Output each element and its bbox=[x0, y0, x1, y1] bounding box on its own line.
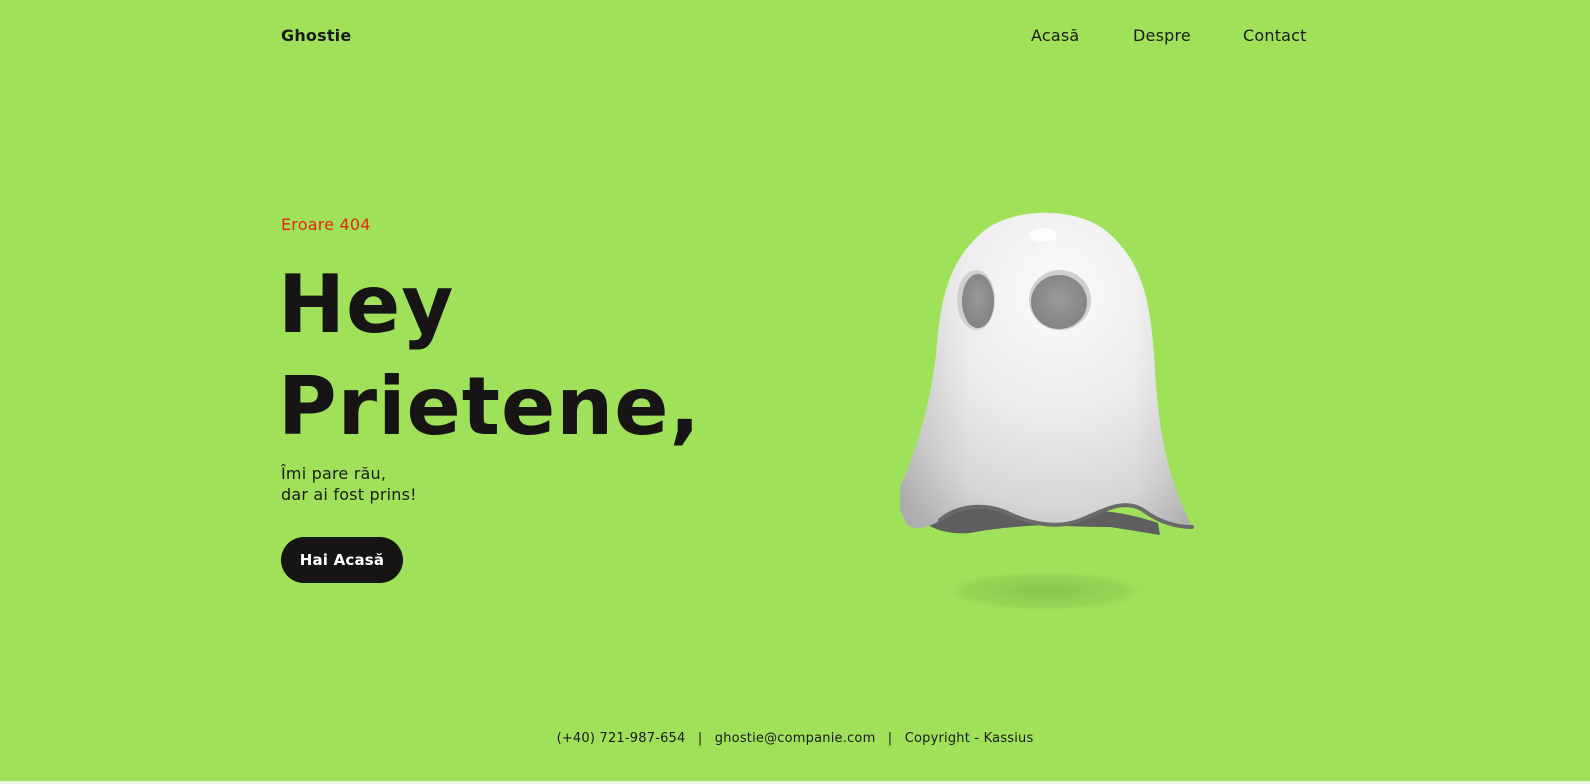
ghost-eye-left bbox=[962, 274, 994, 328]
footer-phone[interactable]: (+40) 721-987-654 bbox=[557, 731, 686, 746]
subtitle-line-2: dar ai fost prins! bbox=[281, 485, 417, 504]
ghost-illustration bbox=[900, 205, 1220, 625]
footer: (+40) 721-987-654 | ghostie@companie.com… bbox=[0, 731, 1590, 746]
brand-logo[interactable]: Ghostie bbox=[281, 26, 351, 45]
subtitle-line-1: Îmi pare rău, bbox=[281, 464, 387, 483]
nav-item-despre[interactable]: Despre bbox=[1133, 26, 1191, 45]
footer-email[interactable]: ghostie@companie.com bbox=[715, 731, 876, 746]
footer-copyright: Copyright - Kassius bbox=[904, 731, 1034, 746]
error-code-label: Eroare 404 bbox=[281, 215, 371, 234]
nav-item-acasa[interactable]: Acasă bbox=[1031, 26, 1079, 45]
nav-item-contact[interactable]: Contact bbox=[1243, 26, 1307, 45]
headline-line-2: Prietene, bbox=[278, 360, 701, 453]
footer-separator: | bbox=[697, 731, 703, 746]
ghost-eye-right bbox=[1031, 275, 1087, 329]
page-background: Ghostie Acasă Despre Contact Eroare 404 … bbox=[0, 0, 1590, 781]
hero-subtitle: Îmi pare rău, dar ai fost prins! bbox=[281, 463, 417, 505]
footer-separator: | bbox=[887, 731, 893, 746]
hero-headline: Hey Prietene, bbox=[278, 254, 701, 458]
headline-line-1: Hey bbox=[278, 258, 455, 351]
ghost-shadow bbox=[933, 569, 1157, 613]
go-home-button[interactable]: Hai Acasă bbox=[281, 537, 403, 583]
ghost-icon bbox=[900, 212, 1194, 613]
